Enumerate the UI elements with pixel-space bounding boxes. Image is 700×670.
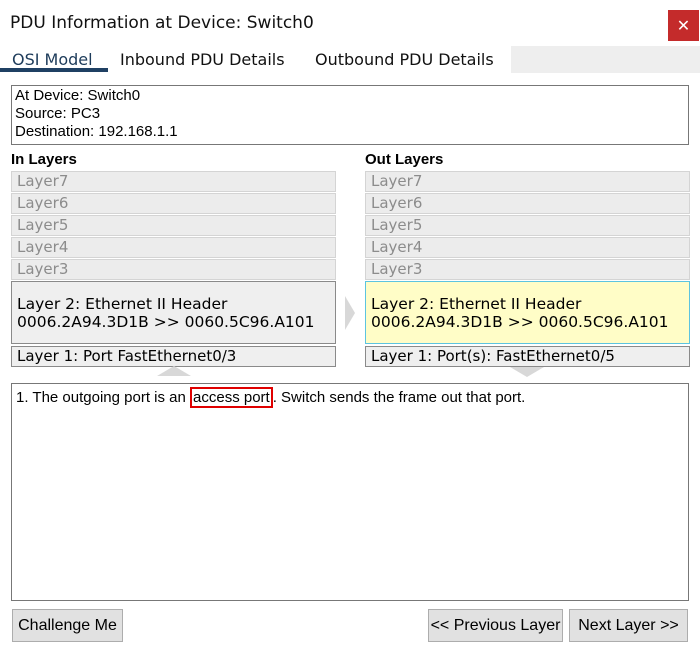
- out-layer-7[interactable]: Layer7: [365, 171, 690, 192]
- out-layer-4[interactable]: Layer4: [365, 237, 690, 258]
- challenge-me-button[interactable]: Challenge Me: [12, 609, 123, 642]
- highlighted-term: access port: [190, 387, 273, 408]
- out-layers-title: Out Layers: [365, 151, 444, 168]
- tab-bar-filler: [511, 46, 700, 73]
- out-layer-2-addresses: 0006.2A94.3D1B >> 0060.5C96.A101: [371, 313, 669, 331]
- title-bar: PDU Information at Device: Switch0 ✕: [0, 0, 700, 46]
- out-layers-column: Layer7 Layer6 Layer5 Layer4 Layer3 Layer…: [365, 171, 690, 367]
- previous-layer-button[interactable]: << Previous Layer: [428, 609, 563, 642]
- in-layers-title: In Layers: [11, 151, 77, 168]
- in-layer-4[interactable]: Layer4: [11, 237, 336, 258]
- tab-inbound-pdu-details[interactable]: Inbound PDU Details: [120, 50, 285, 69]
- close-icon: ✕: [676, 16, 691, 35]
- out-layer-2-header: Layer 2: Ethernet II Header: [371, 295, 582, 313]
- in-layer-2-addresses: 0006.2A94.3D1B >> 0060.5C96.A101: [17, 313, 315, 331]
- close-button[interactable]: ✕: [668, 10, 699, 41]
- in-layer-1[interactable]: Layer 1: Port FastEthernet0/3: [11, 346, 336, 367]
- in-layer-3[interactable]: Layer3: [11, 259, 336, 280]
- layer-description-box: 1. The outgoing port is an access port. …: [11, 383, 689, 601]
- in-layer-5[interactable]: Layer5: [11, 215, 336, 236]
- device-info-box: At Device: Switch0 Source: PC3 Destinati…: [11, 85, 689, 145]
- description-text-after: . Switch sends the frame out that port.: [272, 389, 526, 406]
- flow-arrow-right-icon: [345, 296, 355, 330]
- out-layer-2-selected[interactable]: Layer 2: Ethernet II Header 0006.2A94.3D…: [365, 281, 690, 344]
- flow-arrow-up-icon: [157, 366, 191, 376]
- in-layer-6[interactable]: Layer6: [11, 193, 336, 214]
- in-layer-2[interactable]: Layer 2: Ethernet II Header 0006.2A94.3D…: [11, 281, 336, 344]
- next-layer-button[interactable]: Next Layer >>: [569, 609, 688, 642]
- tab-osi-model[interactable]: OSI Model: [12, 50, 93, 69]
- tab-outbound-pdu-details[interactable]: Outbound PDU Details: [315, 50, 494, 69]
- in-layer-2-header: Layer 2: Ethernet II Header: [17, 295, 228, 313]
- in-layer-7[interactable]: Layer7: [11, 171, 336, 192]
- tab-bar: OSI Model Inbound PDU Details Outbound P…: [0, 46, 700, 73]
- active-tab-indicator: [0, 68, 108, 72]
- in-layers-column: Layer7 Layer6 Layer5 Layer4 Layer3 Layer…: [11, 171, 336, 367]
- out-layer-5[interactable]: Layer5: [365, 215, 690, 236]
- destination-label: Destination: 192.168.1.1: [15, 123, 178, 140]
- device-label: At Device: Switch0: [15, 87, 141, 104]
- flow-arrow-down-icon: [510, 367, 544, 377]
- out-layer-3[interactable]: Layer3: [365, 259, 690, 280]
- window-title: PDU Information at Device: Switch0: [10, 13, 314, 33]
- source-label: Source: PC3: [15, 105, 101, 122]
- out-layer-6[interactable]: Layer6: [365, 193, 690, 214]
- description-text-before: 1. The outgoing port is an: [16, 389, 191, 406]
- out-layer-1[interactable]: Layer 1: Port(s): FastEthernet0/5: [365, 346, 690, 367]
